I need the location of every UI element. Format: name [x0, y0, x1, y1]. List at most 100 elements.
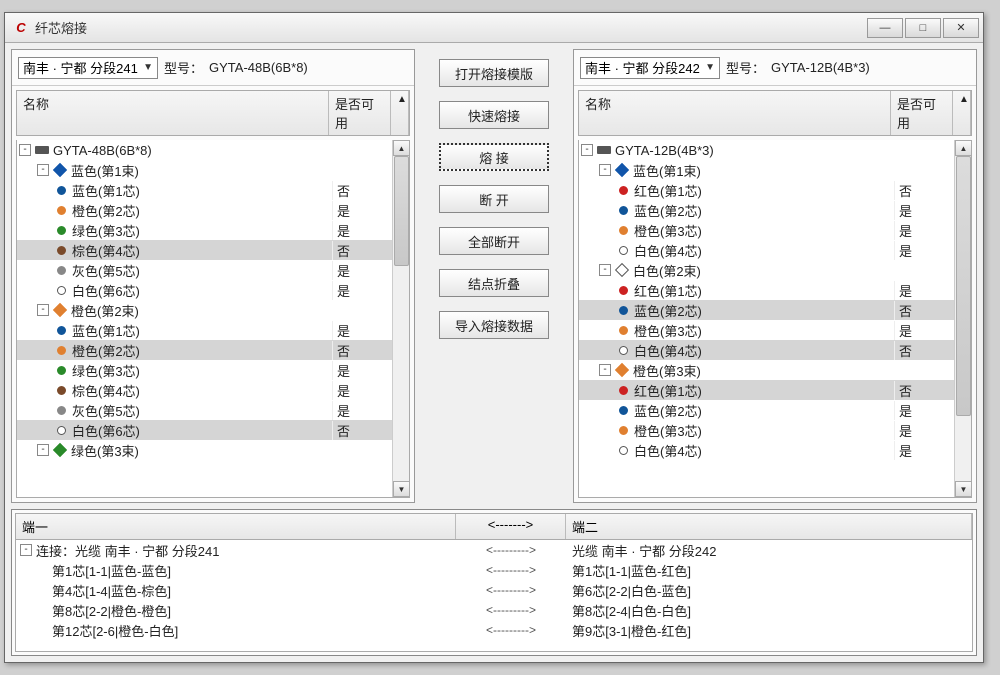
- col-avail[interactable]: 是否可用: [891, 91, 953, 135]
- arrow-text: <--------->: [456, 543, 566, 557]
- tree-row[interactable]: 白色(第4芯)是: [579, 240, 954, 260]
- expand-icon[interactable]: -: [20, 544, 32, 556]
- connection-row[interactable]: 第1芯[1-1|蓝色-蓝色]<--------->第1芯[1-1|蓝色-红色]: [16, 560, 972, 580]
- scroll-down-icon[interactable]: ▼: [955, 481, 972, 497]
- core-icon: [57, 266, 66, 275]
- tree-row[interactable]: 绿色(第3芯)是: [17, 360, 392, 380]
- end1-text: 连接：光缆 南丰 · 宁都 分段241: [36, 541, 219, 560]
- col-name[interactable]: 名称: [17, 91, 329, 135]
- tree-row[interactable]: 蓝色(第1芯)是: [17, 320, 392, 340]
- left-segment-select[interactable]: 南丰 · 宁都 分段241 ▼: [18, 57, 158, 79]
- splice-button[interactable]: 熔 接: [439, 143, 549, 171]
- tree-row[interactable]: - GYTA-12B(4B*3): [579, 140, 954, 160]
- collapse-button[interactable]: 结点折叠: [439, 269, 549, 297]
- tree-row[interactable]: -蓝色(第1束): [579, 160, 954, 180]
- chevron-down-icon: ▼: [705, 62, 715, 73]
- tree-row[interactable]: -GYTA-48B(6B*8): [17, 140, 392, 160]
- disconnect-all-button[interactable]: 全部断开: [439, 227, 549, 255]
- connection-row[interactable]: 第8芯[2-2|橙色-橙色]<--------->第8芯[2-4|白色-白色]: [16, 600, 972, 620]
- tree-row[interactable]: 橙色(第3芯)是: [579, 320, 954, 340]
- tree-row[interactable]: 蓝色(第2芯)是: [579, 400, 954, 420]
- tree-row[interactable]: 橙色(第2芯)是: [17, 200, 392, 220]
- arrow-text: <--------->: [456, 583, 566, 597]
- tree-row[interactable]: 蓝色(第1芯)否: [17, 180, 392, 200]
- connection-row[interactable]: -连接：光缆 南丰 · 宁都 分段241<--------->光缆 南丰 · 宁…: [16, 540, 972, 560]
- tree-row[interactable]: 红色(第1芯)否: [579, 380, 954, 400]
- tree-row[interactable]: 橙色(第3芯)是: [579, 420, 954, 440]
- core-icon: [619, 386, 628, 395]
- row-label: GYTA-12B(4B*3): [615, 143, 714, 158]
- tree-row[interactable]: -橙色(第3束): [579, 360, 954, 380]
- right-tree-header: 名称 是否可用 ▲: [578, 90, 972, 136]
- tree-row[interactable]: 红色(第1芯)是: [579, 280, 954, 300]
- open-template-button[interactable]: 打开熔接模版: [439, 59, 549, 87]
- tree-row[interactable]: 白色(第6芯)否: [17, 420, 392, 440]
- bundle-icon: [615, 263, 629, 277]
- col-arrow[interactable]: <------->: [456, 514, 566, 539]
- row-label: 白色(第6芯): [72, 421, 140, 440]
- tree-row[interactable]: 蓝色(第2芯)否: [579, 300, 954, 320]
- row-avail: 否: [894, 341, 954, 360]
- scroll-up-icon[interactable]: ▲: [393, 140, 410, 156]
- minimize-button[interactable]: —: [867, 18, 903, 38]
- expand-icon[interactable]: -: [37, 444, 49, 456]
- tree-row[interactable]: 灰色(第5芯)是: [17, 400, 392, 420]
- row-avail: 是: [332, 281, 392, 300]
- tree-row[interactable]: 橙色(第2芯)否: [17, 340, 392, 360]
- tree-row[interactable]: 白色(第4芯)是: [579, 440, 954, 460]
- row-label: 白色(第4芯): [634, 341, 702, 360]
- tree-row[interactable]: 灰色(第5芯)是: [17, 260, 392, 280]
- scroll-up-icon[interactable]: ▲: [955, 140, 972, 156]
- expand-icon[interactable]: -: [37, 164, 49, 176]
- connection-row[interactable]: 第4芯[1-4|蓝色-棕色]<--------->第6芯[2-2|白色-蓝色]: [16, 580, 972, 600]
- connections-panel: 端一 <-------> 端二 -连接：光缆 南丰 · 宁都 分段241 <---…: [11, 509, 977, 656]
- close-button[interactable]: ✕: [943, 18, 979, 38]
- expand-icon[interactable]: -: [599, 264, 611, 276]
- tree-row[interactable]: 橙色(第3芯)是: [579, 220, 954, 240]
- scroll-down-icon[interactable]: ▼: [393, 481, 410, 497]
- chevron-down-icon: ▼: [143, 62, 153, 73]
- col-end2[interactable]: 端二: [566, 514, 972, 539]
- tree-row[interactable]: 蓝色(第2芯)是: [579, 200, 954, 220]
- core-icon: [57, 286, 66, 295]
- tree-row[interactable]: 白色(第6芯)是: [17, 280, 392, 300]
- left-scrollbar[interactable]: ▲ ▼: [392, 140, 409, 497]
- col-avail[interactable]: 是否可用: [329, 91, 391, 135]
- tree-row[interactable]: -白色(第2束): [579, 260, 954, 280]
- scroll-thumb[interactable]: [394, 156, 409, 266]
- tree-row[interactable]: 棕色(第4芯)否: [17, 240, 392, 260]
- quick-splice-button[interactable]: 快速熔接: [439, 101, 549, 129]
- left-segment-value: 南丰 · 宁都 分段241: [23, 58, 138, 77]
- expand-icon[interactable]: -: [599, 364, 611, 376]
- expand-icon[interactable]: -: [599, 164, 611, 176]
- left-model-value: GYTA-48B(6B*8): [209, 60, 308, 75]
- right-segment-select[interactable]: 南丰 · 宁都 分段242 ▼: [580, 57, 720, 79]
- right-segment-value: 南丰 · 宁都 分段242: [585, 58, 700, 77]
- tree-row[interactable]: -绿色(第3束): [17, 440, 392, 460]
- connection-row[interactable]: 第12芯[2-6|橙色-白色]<--------->第9芯[3-1|橙色-红色]: [16, 620, 972, 640]
- tree-row[interactable]: 棕色(第4芯)是: [17, 380, 392, 400]
- expand-icon[interactable]: -: [37, 304, 49, 316]
- app-icon: C: [13, 20, 29, 36]
- cable-icon: [597, 146, 611, 154]
- tree-row[interactable]: -蓝色(第1束): [17, 160, 392, 180]
- expand-icon[interactable]: -: [19, 144, 31, 156]
- disconnect-button[interactable]: 断 开: [439, 185, 549, 213]
- col-name[interactable]: 名称: [579, 91, 891, 135]
- col-end1[interactable]: 端一: [16, 514, 456, 539]
- tree-row[interactable]: 白色(第4芯) 否: [579, 340, 954, 360]
- maximize-button[interactable]: □: [905, 18, 941, 38]
- row-avail: 是: [332, 261, 392, 280]
- expand-icon[interactable]: -: [581, 144, 593, 156]
- scroll-up-icon[interactable]: ▲: [391, 91, 409, 135]
- bundle-icon: [615, 363, 629, 377]
- row-avail: 是: [894, 421, 954, 440]
- arrow-text: <--------->: [456, 563, 566, 577]
- import-button[interactable]: 导入熔接数据: [439, 311, 549, 339]
- scroll-thumb[interactable]: [956, 156, 971, 416]
- tree-row[interactable]: 绿色(第3芯)是: [17, 220, 392, 240]
- tree-row[interactable]: -橙色(第2束): [17, 300, 392, 320]
- tree-row[interactable]: 红色(第1芯)否: [579, 180, 954, 200]
- right-scrollbar[interactable]: ▲ ▼: [954, 140, 971, 497]
- scroll-up-icon[interactable]: ▲: [953, 91, 971, 135]
